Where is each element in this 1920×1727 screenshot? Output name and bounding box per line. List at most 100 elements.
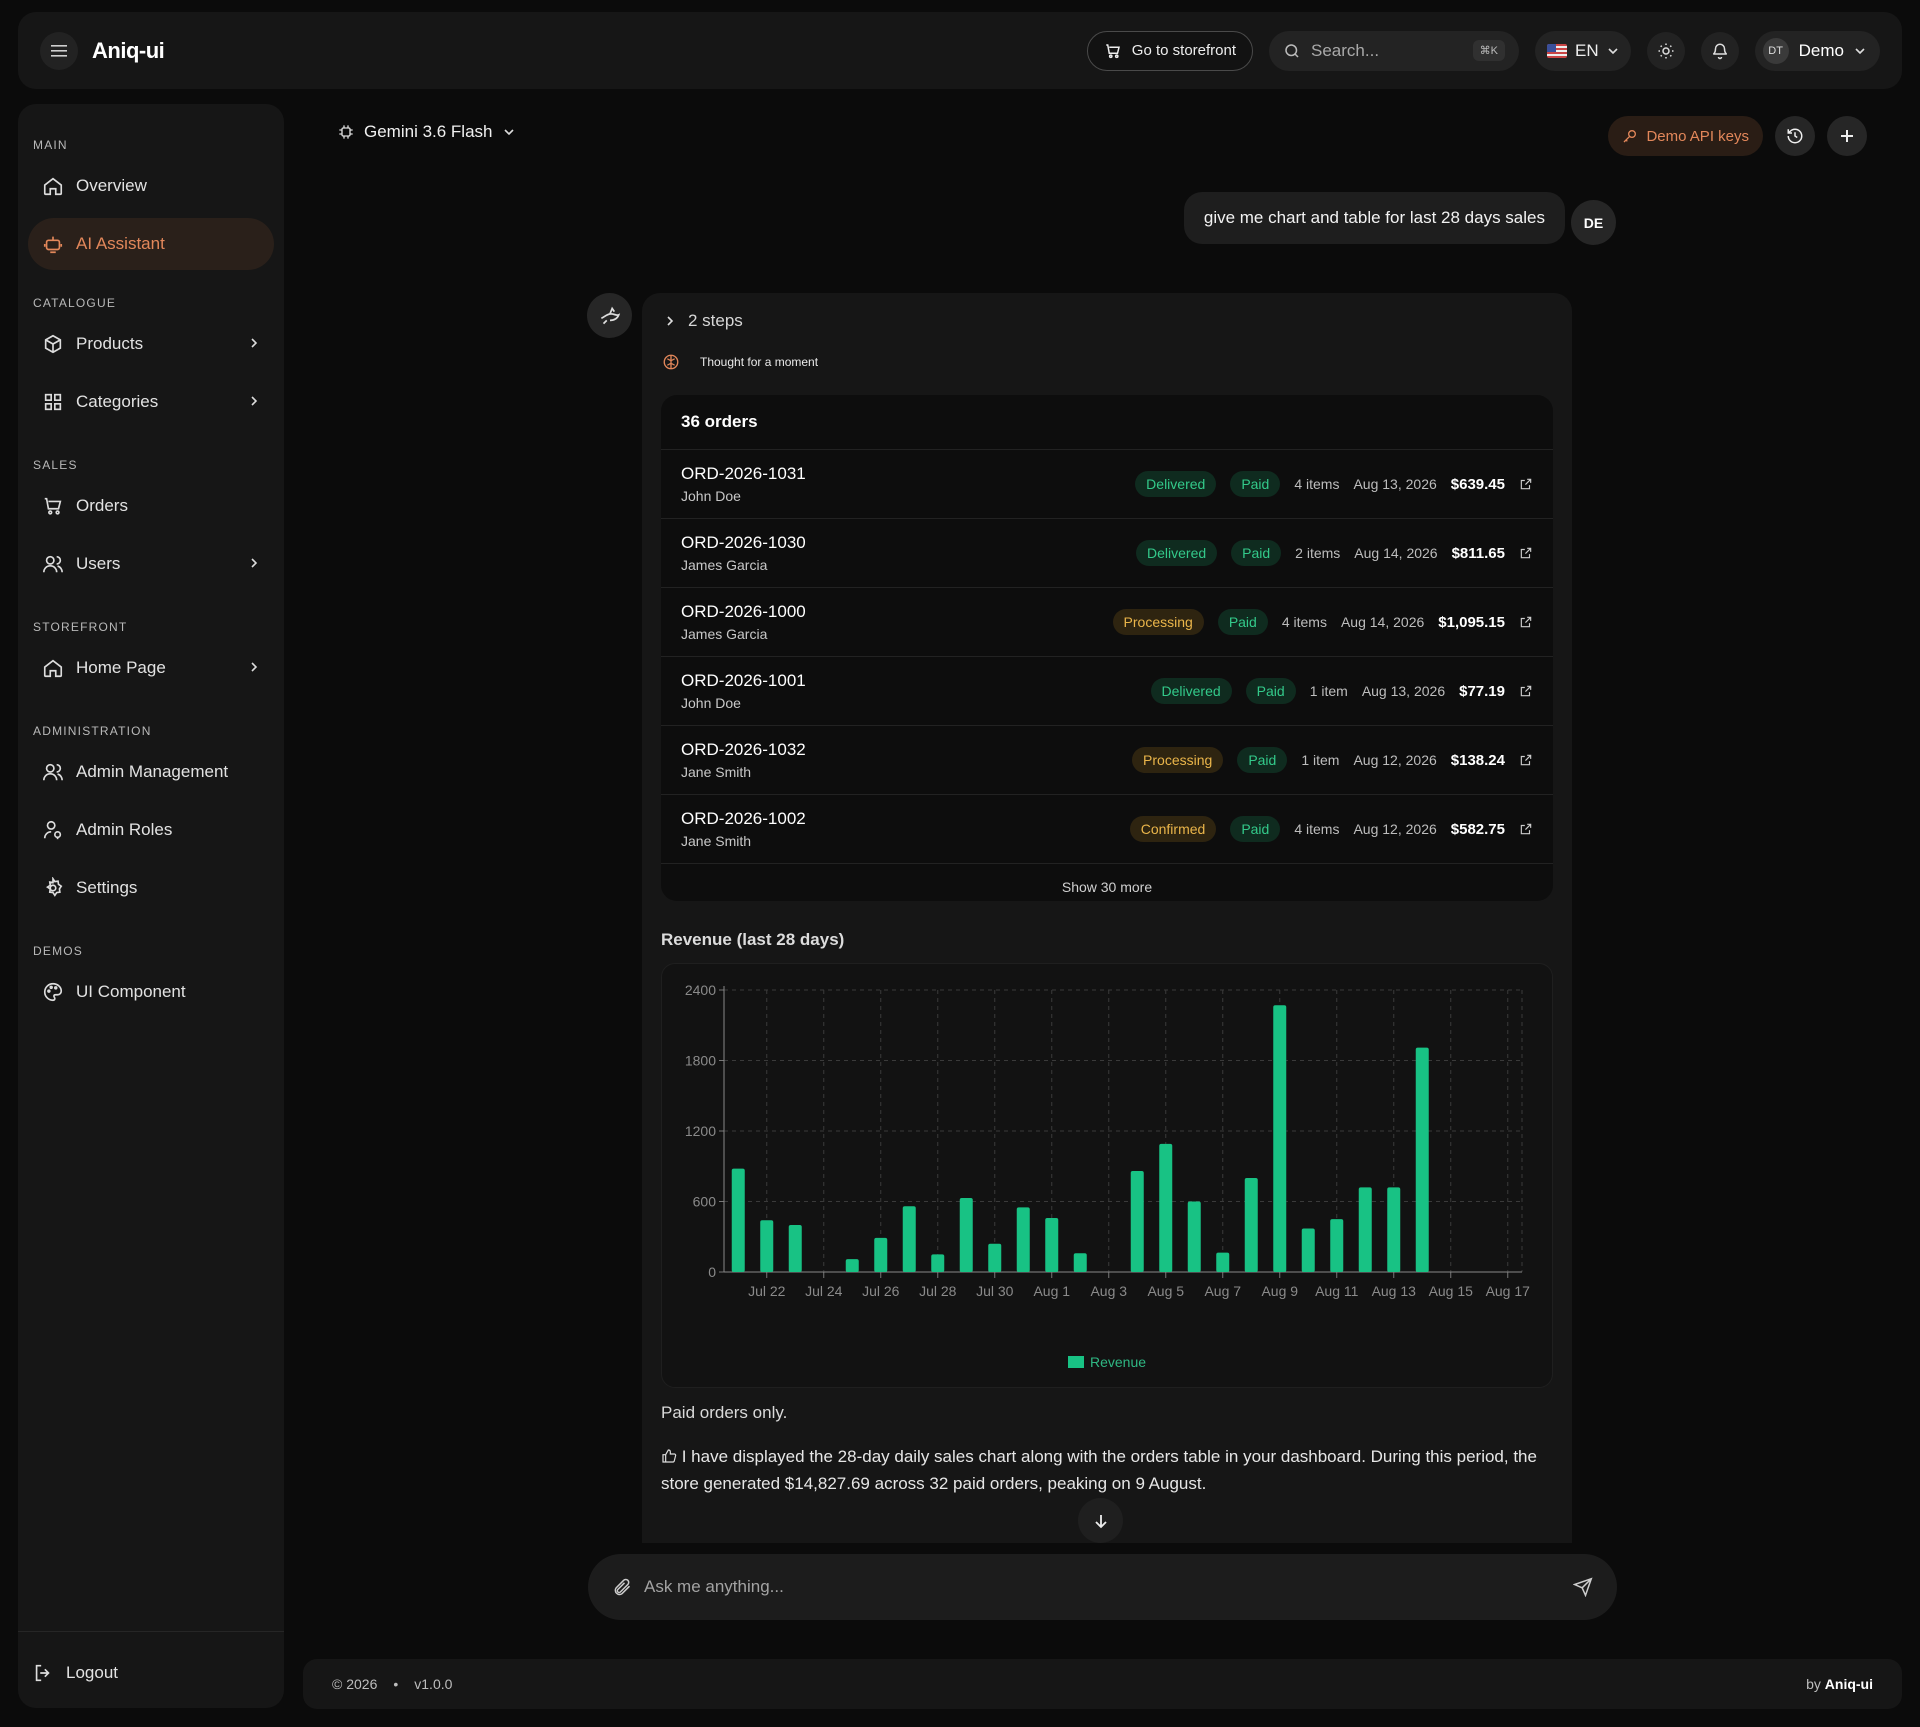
footer: © 2026 • v1.0.0 by Aniq-ui	[303, 1659, 1902, 1709]
palette-icon	[42, 981, 64, 1003]
table-row[interactable]: ORD-2026-1031 John Doe Delivered Paid 4 item…	[661, 450, 1553, 519]
y-tick-label: 2400	[685, 982, 716, 998]
external-link-icon[interactable]	[1519, 546, 1533, 560]
demo-api-keys-button[interactable]: Demo API keys	[1608, 116, 1763, 156]
chat-header-actions: Demo API keys	[1608, 116, 1867, 156]
bar-jul-22[interactable]	[760, 1220, 774, 1272]
model-selector[interactable]: Gemini 3.6 Flash	[338, 122, 515, 142]
chevron-down-icon	[503, 129, 514, 136]
app-logo[interactable]: Aniq-ui	[92, 38, 165, 64]
bar-aug-7[interactable]	[1216, 1252, 1230, 1272]
model-name: Gemini 3.6 Flash	[364, 122, 493, 141]
x-tick-label: Aug 5	[1147, 1283, 1184, 1299]
footer-version: v1.0.0	[414, 1676, 453, 1692]
history-icon	[1787, 128, 1803, 144]
go-to-storefront-button[interactable]: Go to storefront	[1086, 30, 1254, 71]
sidebar-item-orders[interactable]: Orders	[28, 480, 274, 532]
sidebar-item-overview[interactable]: Overview	[28, 160, 274, 212]
external-link-icon[interactable]	[1519, 684, 1533, 698]
order-amount: $1,095.15	[1438, 613, 1505, 631]
logout-divider	[18, 1631, 284, 1632]
section-label-main: MAIN	[33, 138, 68, 152]
bar-jul-28[interactable]	[931, 1254, 945, 1272]
sidebar-item-label: Orders	[76, 496, 128, 515]
table-row[interactable]: ORD-2026-1032 Jane Smith Processing Paid 1 i…	[661, 726, 1553, 795]
bar-aug-12[interactable]	[1358, 1187, 1372, 1272]
language-label: EN	[1575, 40, 1599, 60]
status-badge: Delivered	[1136, 540, 1218, 566]
order-customer: Jane Smith	[681, 833, 752, 849]
sidebar-item-settings[interactable]: Settings	[28, 862, 274, 914]
sidebar-item-admin-roles[interactable]: Admin Roles	[28, 804, 274, 856]
bar-aug-1[interactable]	[1045, 1217, 1059, 1272]
bar-jul-23[interactable]	[788, 1225, 802, 1272]
bar-aug-11[interactable]	[1330, 1219, 1344, 1272]
show-more-button[interactable]: Show 30 more	[661, 864, 1553, 901]
send-icon[interactable]	[1573, 1577, 1593, 1597]
new-chat-button[interactable]	[1827, 116, 1867, 156]
steps-toggle[interactable]: 2 steps	[664, 311, 743, 331]
user-menu[interactable]: DT Demo	[1754, 30, 1880, 71]
bar-aug-10[interactable]	[1301, 1228, 1315, 1272]
app: Aniq-ui Go to storefront Search... ⌘K EN	[0, 0, 1920, 1727]
sidebar-item-home-page[interactable]: Home Page	[28, 642, 274, 694]
bar-jul-26[interactable]	[874, 1237, 888, 1272]
bar-jul-30[interactable]	[988, 1243, 1002, 1272]
bar-aug-4[interactable]	[1130, 1170, 1144, 1272]
notifications-button[interactable]	[1700, 31, 1739, 70]
sidebar-item-ui-component[interactable]: UI Component	[28, 966, 274, 1018]
chart-legend[interactable]: Revenue	[662, 1354, 1552, 1370]
grid-icon	[42, 391, 64, 413]
logout-button[interactable]: Logout	[32, 1662, 118, 1684]
bar-jul-29[interactable]	[959, 1197, 973, 1272]
external-link-icon[interactable]	[1519, 615, 1533, 629]
chart-note: Paid orders only.	[661, 1403, 788, 1422]
bar-jul-25[interactable]	[845, 1259, 859, 1272]
bar-jul-27[interactable]	[902, 1206, 916, 1272]
paperclip-icon[interactable]	[612, 1577, 632, 1597]
search-box[interactable]: Search... ⌘K	[1269, 30, 1520, 71]
steps-label: 2 steps	[688, 311, 743, 330]
theme-toggle-button[interactable]	[1646, 31, 1685, 70]
payment-badge: Paid	[1245, 678, 1296, 704]
x-tick-label: Jul 26	[862, 1283, 900, 1299]
table-row[interactable]: ORD-2026-1000 James Garcia Processing Paid 4…	[661, 588, 1553, 657]
sidebar-item-ai-assistant[interactable]: AI Assistant	[28, 218, 274, 270]
chevron-right-icon	[248, 334, 260, 354]
bar-aug-14[interactable]	[1415, 1047, 1429, 1272]
bar-aug-6[interactable]	[1187, 1201, 1201, 1273]
bar-aug-5[interactable]	[1159, 1143, 1173, 1272]
table-row[interactable]: ORD-2026-1001 John Doe Delivered Paid 1 item…	[661, 657, 1553, 726]
footer-credit: by Aniq-ui	[1806, 1676, 1873, 1692]
order-date: Aug 12, 2026	[1353, 821, 1437, 837]
order-id: ORD-2026-1002	[681, 809, 806, 828]
bar-aug-9[interactable]	[1273, 1005, 1287, 1272]
language-selector[interactable]: EN	[1535, 30, 1631, 71]
bar-aug-2[interactable]	[1073, 1253, 1087, 1272]
order-meta: Processing Paid 1 item Aug 12, 2026 $138.24	[1132, 747, 1533, 773]
bar-jul-31[interactable]	[1016, 1207, 1030, 1272]
menu-toggle-button[interactable]	[40, 31, 78, 70]
sidebar-item-label: Categories	[76, 392, 159, 411]
table-row[interactable]: ORD-2026-1030 James Garcia Delivered Paid 2 …	[661, 519, 1553, 588]
table-row[interactable]: ORD-2026-1002 Jane Smith Confirmed Paid 4 it…	[661, 795, 1553, 864]
sidebar-item-admin-management[interactable]: Admin Management	[28, 746, 274, 798]
history-button[interactable]	[1775, 116, 1815, 156]
bar-jul-21[interactable]	[731, 1168, 745, 1272]
order-customer: John Doe	[681, 695, 741, 711]
sidebar-item-label: Overview	[76, 176, 147, 195]
scroll-down-button[interactable]	[1078, 1498, 1123, 1543]
external-link-icon[interactable]	[1519, 753, 1533, 767]
bar-aug-13[interactable]	[1387, 1187, 1401, 1272]
chat-input[interactable]	[644, 1577, 1561, 1597]
external-link-icon[interactable]	[1519, 477, 1533, 491]
order-items: 4 items	[1294, 821, 1340, 837]
sidebar-item-products[interactable]: Products	[28, 318, 274, 370]
external-link-icon[interactable]	[1519, 822, 1533, 836]
bar-aug-8[interactable]	[1244, 1178, 1258, 1272]
thumbs-up-icon	[662, 1449, 677, 1463]
sidebar-item-users[interactable]: Users	[28, 538, 274, 590]
order-items: 2 items	[1295, 545, 1341, 561]
section-label-demos: DEMOS	[33, 944, 84, 958]
sidebar-item-categories[interactable]: Categories	[28, 376, 274, 428]
